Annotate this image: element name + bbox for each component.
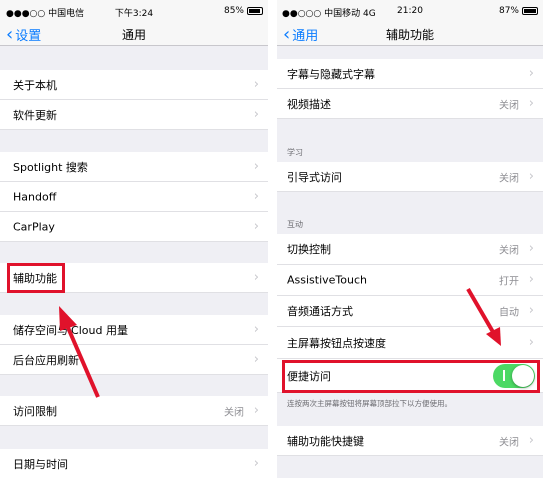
battery-percent: 85%	[223, 6, 244, 16]
row-label: 辅助功能快捷键	[287, 434, 364, 448]
row-audio-description[interactable]: 视频描述 关闭 ›	[277, 89, 543, 119]
chevron-right-icon: ›	[528, 432, 534, 448]
row-accessibility[interactable]: 辅助功能 ›	[0, 263, 268, 293]
row-label: 日期与时间	[13, 457, 68, 471]
row-label: 储存空间与iCloud 用量	[13, 323, 128, 337]
battery-icon	[522, 7, 538, 15]
chevron-right-icon: ›	[253, 402, 259, 418]
row-date-time[interactable]: 日期与时间 ›	[0, 449, 268, 478]
row-label: AssistiveTouch	[287, 273, 367, 287]
toggle-knob	[512, 364, 534, 387]
row-reachability: 便捷访问	[277, 359, 543, 393]
page-title: 通用	[121, 28, 146, 42]
section-header-interaction: 互动	[287, 220, 303, 229]
chevron-right-icon: ›	[253, 218, 259, 234]
row-handoff[interactable]: Handoff ›	[0, 182, 268, 212]
status-bar: ●●○○○ 中国移动 4G 21:20 87%	[277, 0, 543, 22]
chevron-right-icon: ›	[528, 334, 534, 350]
row-label: 辅助功能	[13, 271, 57, 285]
row-about[interactable]: 关于本机 ›	[0, 70, 268, 100]
row-background-refresh[interactable]: 后台应用刷新 ›	[0, 345, 268, 375]
left-screen-general: ●●●○○ 中国电信 下午3:24 85% ‹ 设置 通用 关于本机 › 软件更…	[0, 0, 268, 478]
row-label: 音频通话方式	[287, 305, 353, 318]
section-header-learning: 学习	[287, 148, 303, 157]
reachability-footnote: 连按两次主屏幕按钮将屏幕顶部拉下以方便使用。	[287, 399, 452, 408]
row-value: 关闭	[224, 407, 244, 418]
row-label: 切换控制	[287, 243, 331, 256]
row-value: 关闭	[499, 437, 519, 448]
row-home-click-speed[interactable]: 主屏幕按钮点按速度 ›	[277, 327, 543, 359]
row-storage-icloud[interactable]: 储存空间与iCloud 用量 ›	[0, 315, 268, 345]
chevron-right-icon: ›	[253, 76, 259, 92]
row-assistive-touch[interactable]: AssistiveTouch 打开 ›	[277, 265, 543, 296]
chevron-right-icon: ›	[528, 272, 534, 288]
row-value: 关闭	[499, 173, 519, 184]
row-guided-access[interactable]: 引导式访问 关闭 ›	[277, 162, 543, 192]
chevron-right-icon: ›	[528, 303, 534, 319]
row-restrictions[interactable]: 访问限制 关闭 ›	[0, 396, 268, 426]
row-label: 软件更新	[13, 108, 57, 122]
row-accessibility-shortcut[interactable]: 辅助功能快捷键 关闭 ›	[277, 426, 543, 456]
row-label: 关于本机	[13, 78, 57, 92]
chevron-right-icon: ›	[253, 106, 259, 122]
row-label: Spotlight 搜索	[13, 160, 88, 174]
chevron-right-icon: ›	[253, 158, 259, 174]
row-subtitles[interactable]: 字幕与隐藏式字幕 ›	[277, 59, 543, 89]
page-title: 辅助功能	[385, 28, 434, 42]
chevron-right-icon: ›	[253, 321, 259, 337]
row-value: 关闭	[499, 245, 519, 257]
row-switch-control[interactable]: 切换控制 关闭 ›	[277, 234, 543, 265]
chevron-right-icon: ›	[528, 168, 534, 184]
row-label: 后台应用刷新	[13, 353, 79, 367]
battery-icon	[247, 7, 263, 15]
nav-bar: ‹ 设置 通用	[0, 22, 268, 46]
battery-percent: 87%	[498, 6, 519, 16]
chevron-right-icon: ›	[253, 269, 259, 285]
row-label: 访问限制	[13, 404, 57, 418]
chevron-right-icon: ›	[528, 65, 534, 81]
row-label: 字幕与隐藏式字幕	[287, 67, 375, 81]
row-label: 主屏幕按钮点按速度	[287, 336, 386, 350]
row-value: 关闭	[499, 100, 519, 111]
row-label: 引导式访问	[287, 170, 342, 184]
row-label: Handoff	[13, 190, 57, 203]
chevron-right-icon: ›	[253, 188, 259, 204]
chevron-right-icon: ›	[528, 241, 534, 257]
row-label: 视频描述	[287, 97, 331, 111]
row-value: 打开	[499, 276, 519, 288]
status-bar: ●●●○○ 中国电信 下午3:24 85%	[0, 0, 268, 22]
row-carplay[interactable]: CarPlay ›	[0, 212, 268, 242]
row-value: 自动	[499, 307, 519, 319]
chevron-right-icon: ›	[528, 95, 534, 111]
right-screen-accessibility: ●●○○○ 中国移动 4G 21:20 87% ‹ 通用 辅助功能 字幕与隐藏式…	[277, 0, 543, 478]
nav-bar: ‹ 通用 辅助功能	[277, 22, 543, 46]
chevron-right-icon: ›	[253, 351, 259, 367]
row-label: 便捷访问	[287, 369, 331, 383]
row-label: CarPlay	[13, 220, 55, 233]
row-software-update[interactable]: 软件更新 ›	[0, 100, 268, 130]
row-spotlight[interactable]: Spotlight 搜索 ›	[0, 152, 268, 182]
row-call-audio-routing[interactable]: 音频通话方式 自动 ›	[277, 296, 543, 327]
reachability-toggle[interactable]	[493, 363, 535, 388]
chevron-right-icon: ›	[253, 455, 259, 471]
toggle-on-mark	[503, 369, 505, 381]
